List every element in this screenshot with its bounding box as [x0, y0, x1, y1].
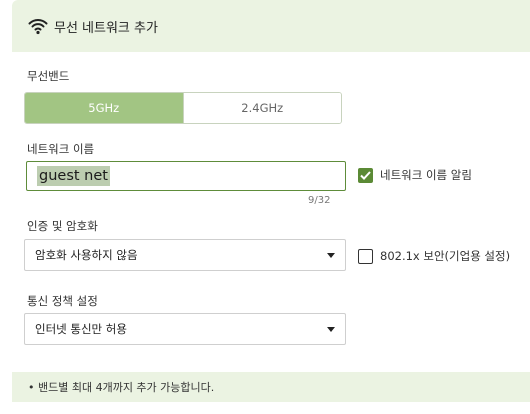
policy-select[interactable]: 인터넷 통신만 허용: [24, 313, 346, 345]
auth-label: 인증 및 암호화: [27, 219, 98, 233]
band-label: 무선밴드: [27, 69, 70, 83]
network-name-value: guest net: [37, 166, 110, 186]
info-note: • 밴드별 최대 4개까지 추가 가능합니다.: [12, 372, 530, 402]
wifi-icon: [28, 19, 48, 35]
panel-header: 무선 네트워크 추가: [12, 0, 530, 52]
network-name-counter: 9/32: [308, 195, 331, 206]
band-selector: 5GHz 2.4GHz: [24, 92, 342, 124]
auth-select-value: 암호화 사용하지 않음: [35, 248, 138, 262]
enterprise-security-label: 802.1x 보안(기업용 설정): [380, 249, 511, 263]
add-wireless-network-panel: 무선 네트워크 추가 무선밴드 5GHz 2.4GHz 네트워크 이름 gues…: [12, 0, 530, 414]
band-option-5ghz[interactable]: 5GHz: [25, 93, 183, 123]
policy-label: 통신 정책 설정: [27, 294, 98, 308]
chevron-down-icon: [327, 326, 335, 332]
network-name-label: 네트워크 이름: [27, 142, 95, 156]
enterprise-security-checkbox[interactable]: 802.1x 보안(기업용 설정): [358, 248, 510, 264]
panel-title: 무선 네트워크 추가: [54, 20, 158, 36]
broadcast-name-label: 네트워크 이름 알림: [380, 168, 472, 182]
broadcast-name-checkbox[interactable]: 네트워크 이름 알림: [358, 167, 472, 183]
checkbox-checked-icon: [358, 167, 373, 183]
auth-select[interactable]: 암호화 사용하지 않음: [24, 239, 346, 271]
chevron-down-icon: [327, 252, 335, 258]
network-name-input[interactable]: guest net: [26, 161, 346, 191]
policy-select-value: 인터넷 통신만 허용: [35, 322, 127, 336]
band-option-2-4ghz[interactable]: 2.4GHz: [182, 93, 341, 123]
checkbox-unchecked-icon: [358, 248, 373, 264]
